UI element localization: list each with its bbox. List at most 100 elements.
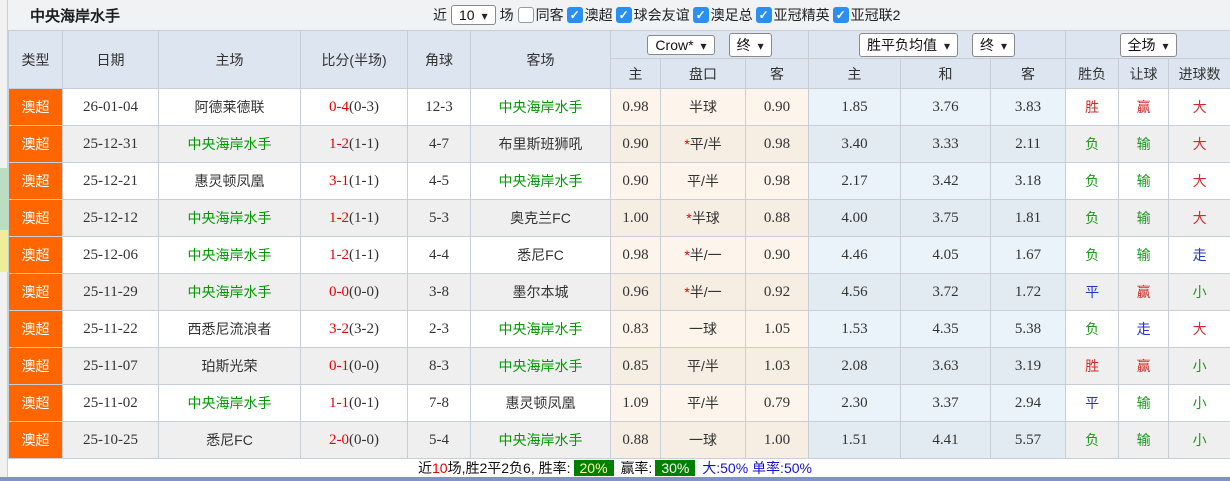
avg-lose-cell: 5.57	[990, 421, 1067, 459]
odds-home-cell: 0.98	[610, 236, 661, 274]
recent-count-value: 10	[459, 7, 475, 23]
score-cell: 1-2(1-1)	[300, 236, 408, 274]
avg-draw-cell: 3.76	[900, 88, 992, 126]
checkbox-label: 同客	[535, 7, 564, 23]
checkbox-checked-icon[interactable]	[692, 7, 709, 23]
league-type-cell: 澳超	[8, 125, 63, 163]
goals-result-cell: 大	[1168, 199, 1230, 237]
odds-away-cell: 0.98	[744, 125, 810, 163]
odds-away-cell: 0.90	[744, 88, 810, 126]
handicap-cell: 半球	[660, 88, 746, 126]
home-team-cell: 西悉尼流浪者	[158, 310, 301, 348]
corner-cell: 5-3	[407, 199, 471, 237]
league-filter-亚冠精英[interactable]: 亚冠精英	[755, 5, 830, 25]
goals-result-cell: 小	[1168, 421, 1230, 459]
score-cell: 1-1(0-1)	[300, 384, 408, 422]
recent-count-select[interactable]: 10	[451, 5, 496, 25]
handicap-rate-label: 赢率:	[620, 460, 653, 476]
league-filter-亚冠联2[interactable]: 亚冠联2	[832, 5, 900, 25]
avg-win-cell: 3.40	[808, 125, 902, 163]
col-header-home: 主场	[158, 30, 301, 89]
league-filter-球会友谊[interactable]: 球会友谊	[615, 5, 690, 25]
odds-home-cell: 0.85	[610, 347, 661, 385]
odds-stage-value: 终	[736, 36, 751, 53]
chevron-down-icon	[1163, 37, 1169, 53]
odds-company-value: Crow*	[655, 36, 694, 53]
match-date-cell: 25-11-07	[62, 347, 159, 385]
handicap-result-cell: 输	[1118, 236, 1170, 274]
checkbox-unchecked-icon[interactable]	[517, 7, 534, 23]
avg-draw-cell: 3.33	[900, 125, 992, 163]
match-date-cell: 25-10-25	[62, 421, 159, 459]
scope-value: 全场	[1127, 36, 1156, 53]
odds-company-select[interactable]: Crow*	[647, 34, 715, 55]
scope-select[interactable]: 全场	[1119, 32, 1177, 57]
checkbox-checked-icon[interactable]	[755, 7, 772, 23]
col-header-corner: 角球	[407, 30, 471, 89]
odds-away-cell: 0.88	[744, 199, 810, 237]
handicap-cell: 一球	[660, 421, 746, 459]
avg-stage-value: 终	[980, 36, 995, 53]
league-filter-澳超[interactable]: 澳超	[566, 5, 613, 25]
score-cell: 1-2(1-1)	[300, 199, 408, 237]
filter-controls: 近 10 场 同客 澳超 球会友谊 澳足总 亚冠精英 亚冠联2	[433, 3, 900, 27]
match-date-cell: 25-11-22	[62, 310, 159, 348]
match-row: 澳超 25-11-22 西悉尼流浪者 3-2(3-2) 2-3 中央海岸水手 0.83 一球 1…	[8, 310, 1230, 348]
match-date-cell: 25-12-12	[62, 199, 159, 237]
odds-away-cell: 1.00	[744, 421, 810, 459]
sub-header-handicap-result: 让球	[1118, 58, 1170, 89]
result-cell: 平	[1065, 273, 1120, 311]
league-checkbox-list: 同客 澳超 球会友谊 澳足总 亚冠精英 亚冠联2	[517, 5, 900, 25]
avg-win-cell: 1.53	[808, 310, 902, 348]
league-filter-澳足总[interactable]: 澳足总	[692, 5, 753, 25]
avg-lose-cell: 3.19	[990, 347, 1067, 385]
result-cell: 负	[1065, 162, 1120, 200]
odds-away-cell: 1.05	[744, 310, 810, 348]
corner-cell: 3-8	[407, 273, 471, 311]
avg-stage-select[interactable]: 终	[972, 32, 1016, 57]
chevron-down-icon	[482, 7, 488, 23]
corner-cell: 2-3	[407, 310, 471, 348]
league-type-cell: 澳超	[8, 384, 63, 422]
home-team-cell: 阿德莱德联	[158, 88, 301, 126]
result-cell: 负	[1065, 421, 1120, 459]
checkbox-label: 亚冠精英	[773, 7, 830, 23]
handicap-cell: *半/一	[660, 236, 746, 274]
goals-result-cell: 大	[1168, 125, 1230, 163]
home-team-cell: 悉尼FC	[158, 421, 301, 459]
avg-type-select[interactable]: 胜平负均值	[859, 32, 959, 57]
result-cell: 胜	[1065, 88, 1120, 126]
score-cell: 0-4(0-3)	[300, 88, 408, 126]
avg-lose-cell: 3.18	[990, 162, 1067, 200]
odds-stage-select[interactable]: 终	[728, 32, 772, 57]
green-segment	[0, 168, 8, 230]
checkbox-checked-icon[interactable]	[566, 7, 583, 23]
avg-draw-cell: 4.05	[900, 236, 992, 274]
summary-text: 近	[418, 460, 433, 476]
match-row: 澳超 25-11-02 中央海岸水手 1-1(0-1) 7-8 惠灵顿凤凰 1.09 平/半 0…	[8, 384, 1230, 422]
chevron-down-icon	[758, 37, 764, 53]
away-team-cell: 中央海岸水手	[470, 162, 611, 200]
handicap-cell: 平/半	[660, 347, 746, 385]
odds-home-cell: 1.00	[610, 199, 661, 237]
checkbox-checked-icon[interactable]	[615, 7, 632, 23]
odds-home-cell: 0.90	[610, 162, 661, 200]
league-filter-同客[interactable]: 同客	[517, 5, 564, 25]
avg-lose-cell: 2.94	[990, 384, 1067, 422]
sub-header-result: 胜负	[1065, 58, 1120, 89]
odds-home-cell: 1.09	[610, 384, 661, 422]
chevron-down-icon	[1001, 37, 1007, 53]
avg-draw-cell: 3.37	[900, 384, 992, 422]
avg-win-cell: 1.51	[808, 421, 902, 459]
chevron-down-icon	[701, 37, 707, 53]
home-team-cell: 中央海岸水手	[158, 236, 301, 274]
league-type-cell: 澳超	[8, 310, 63, 348]
odds-away-cell: 0.92	[744, 273, 810, 311]
col-header-score: 比分(半场)	[300, 30, 408, 89]
sub-header-odds-home: 主	[610, 58, 661, 89]
odds-home-cell: 0.83	[610, 310, 661, 348]
checkbox-checked-icon[interactable]	[832, 7, 849, 23]
goals-result-cell: 大	[1168, 162, 1230, 200]
match-history-table: 类型 日期 主场 比分(半场) 角球 客场 Crow* 终	[8, 30, 1230, 459]
league-type-cell: 澳超	[8, 162, 63, 200]
